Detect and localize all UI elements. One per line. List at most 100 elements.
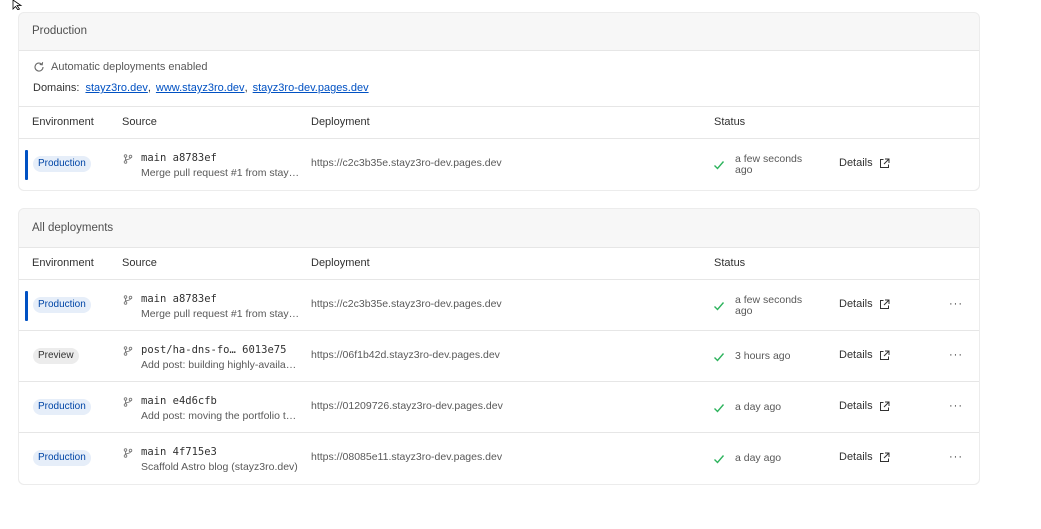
auto-deploy-text: Automatic deployments enabled bbox=[51, 61, 208, 73]
commit-hash: 6013e75 bbox=[242, 344, 287, 356]
commit-ref: post/ha-dns-fo… 6013e75 bbox=[141, 344, 286, 356]
check-icon bbox=[714, 403, 725, 413]
commit-hash: a8783ef bbox=[172, 293, 217, 305]
commit-hash: a8783ef bbox=[172, 152, 217, 164]
details-label: Details bbox=[839, 400, 873, 412]
commit-message: Scaffold Astro blog (stayz3ro.dev) bbox=[141, 461, 298, 473]
status-text: a few seconds ago bbox=[735, 293, 803, 317]
branch-icon bbox=[123, 154, 133, 164]
env-badge: Production bbox=[33, 450, 91, 466]
table-row[interactable]: Production main a8783ef Merge pull request… bbox=[19, 280, 979, 331]
external-link-icon bbox=[879, 401, 890, 411]
deployments-table-header: Environment Source Deployment Status bbox=[19, 248, 979, 280]
more-options-button[interactable]: ··· bbox=[949, 400, 963, 412]
branch-icon bbox=[123, 346, 133, 356]
deployments-list: Production main a8783ef Merge pull request… bbox=[19, 280, 979, 484]
deployment-url[interactable]: https://06f1b42d.stayz3ro-dev.pages.dev bbox=[311, 349, 500, 361]
branch-icon bbox=[123, 448, 133, 458]
status-text: 3 hours ago bbox=[735, 350, 791, 362]
status-text: a day ago bbox=[735, 452, 782, 464]
branch-icon bbox=[123, 295, 133, 305]
auto-deploy-status: Automatic deployments enabled bbox=[33, 59, 965, 75]
more-options-button[interactable]: ··· bbox=[949, 451, 963, 463]
domain-separator: , bbox=[244, 82, 248, 94]
details-label: Details bbox=[839, 298, 873, 310]
more-options-button[interactable]: ··· bbox=[949, 298, 963, 310]
branch-name: main bbox=[141, 293, 167, 305]
commit-ref: main a8783ef bbox=[141, 293, 217, 305]
table-row[interactable]: Production main a8783ef Merge pull reque… bbox=[19, 139, 979, 190]
domains-list: Domains: stayz3ro.dev, www.stayz3ro.dev,… bbox=[33, 82, 965, 94]
details-link[interactable]: Details bbox=[839, 400, 890, 412]
check-icon bbox=[714, 301, 725, 311]
domains-label: Domains: bbox=[33, 82, 80, 94]
commit-hash: 4f715e3 bbox=[172, 446, 217, 458]
deployment-url[interactable]: https://c2c3b35e.stayz3ro-dev.pages.dev bbox=[311, 157, 502, 169]
check-icon bbox=[714, 352, 725, 362]
details-label: Details bbox=[839, 157, 873, 169]
branch-name: main bbox=[141, 152, 167, 164]
commit-ref: main e4d6cfb bbox=[141, 395, 217, 407]
refresh-icon bbox=[34, 62, 44, 72]
all-deployments-title: All deployments bbox=[32, 222, 114, 234]
all-deployments-card: All deployments Environment Source Deplo… bbox=[18, 208, 980, 485]
active-indicator bbox=[25, 150, 28, 180]
table-row[interactable]: Production main 4f715e3 Scaffold Astro blo… bbox=[19, 433, 979, 484]
details-link[interactable]: Details bbox=[839, 157, 890, 169]
more-options-button[interactable]: ··· bbox=[949, 349, 963, 361]
col-deployment: Deployment bbox=[311, 116, 370, 128]
domain-link[interactable]: stayz3ro.dev bbox=[85, 82, 147, 94]
deployment-url[interactable]: https://08085e11.stayz3ro-dev.pages.dev bbox=[311, 451, 502, 463]
col-status: Status bbox=[714, 257, 746, 269]
commit-message: Add post: moving the portfolio to Astro bbox=[141, 410, 301, 422]
commit-message: Merge pull request #1 from stayz3ro/post… bbox=[141, 167, 301, 179]
external-link-icon bbox=[879, 452, 890, 462]
status-text: a few seconds ago bbox=[735, 152, 803, 176]
table-row[interactable]: Production main e4d6cfb Add post: moving t… bbox=[19, 382, 979, 433]
deployment-url[interactable]: https://01209726.stayz3ro-dev.pages.dev bbox=[311, 400, 503, 412]
col-environment: Environment bbox=[32, 116, 94, 128]
env-badge: Production bbox=[33, 156, 91, 172]
table-row[interactable]: Preview post/ha-dns-fo… 6013e75 Add post: … bbox=[19, 331, 979, 382]
col-environment: Environment bbox=[32, 257, 94, 269]
col-status: Status bbox=[714, 116, 746, 128]
active-indicator bbox=[25, 291, 28, 321]
col-source: Source bbox=[122, 116, 157, 128]
commit-ref: main a8783ef bbox=[141, 152, 217, 164]
details-label: Details bbox=[839, 349, 873, 361]
check-icon bbox=[714, 160, 725, 170]
details-link[interactable]: Details bbox=[839, 298, 890, 310]
external-link-icon bbox=[879, 158, 890, 168]
commit-hash: e4d6cfb bbox=[172, 395, 217, 407]
env-badge: Preview bbox=[33, 348, 79, 364]
production-table-header: Environment Source Deployment Status bbox=[19, 107, 979, 139]
mouse-cursor-icon bbox=[12, 0, 23, 10]
branch-name: main bbox=[141, 446, 167, 458]
col-source: Source bbox=[122, 257, 157, 269]
production-title: Production bbox=[32, 25, 87, 37]
production-panel: Automatic deployments enabled Domains: s… bbox=[19, 50, 979, 190]
domain-link[interactable]: www.stayz3ro.dev bbox=[156, 82, 245, 94]
commit-message: Add post: building highly-available DNS bbox=[141, 359, 301, 371]
details-link[interactable]: Details bbox=[839, 349, 890, 361]
status-cell: a few seconds ago bbox=[713, 293, 823, 318]
details-label: Details bbox=[839, 451, 873, 463]
check-icon bbox=[714, 454, 725, 464]
env-badge: Production bbox=[33, 399, 91, 415]
env-badge: Production bbox=[33, 297, 91, 313]
status-cell: a day ago bbox=[713, 446, 823, 471]
status-cell: a few seconds ago bbox=[713, 152, 823, 177]
commit-message: Merge pull request #1 from stayz3ro/post bbox=[141, 308, 301, 320]
details-link[interactable]: Details bbox=[839, 451, 890, 463]
deployment-url[interactable]: https://c2c3b35e.stayz3ro-dev.pages.dev bbox=[311, 298, 502, 310]
external-link-icon bbox=[879, 299, 890, 309]
branch-icon bbox=[123, 397, 133, 407]
domain-link[interactable]: stayz3ro-dev.pages.dev bbox=[253, 82, 369, 94]
status-cell: a day ago bbox=[713, 395, 823, 420]
production-card: Production Automatic deployments enabled… bbox=[18, 12, 980, 191]
domain-separator: , bbox=[147, 82, 151, 94]
all-deployments-panel: Environment Source Deployment Status Pro… bbox=[19, 247, 979, 484]
status-text: a day ago bbox=[735, 401, 782, 413]
production-info: Automatic deployments enabled Domains: s… bbox=[19, 51, 979, 107]
status-cell: 3 hours ago bbox=[713, 344, 823, 369]
